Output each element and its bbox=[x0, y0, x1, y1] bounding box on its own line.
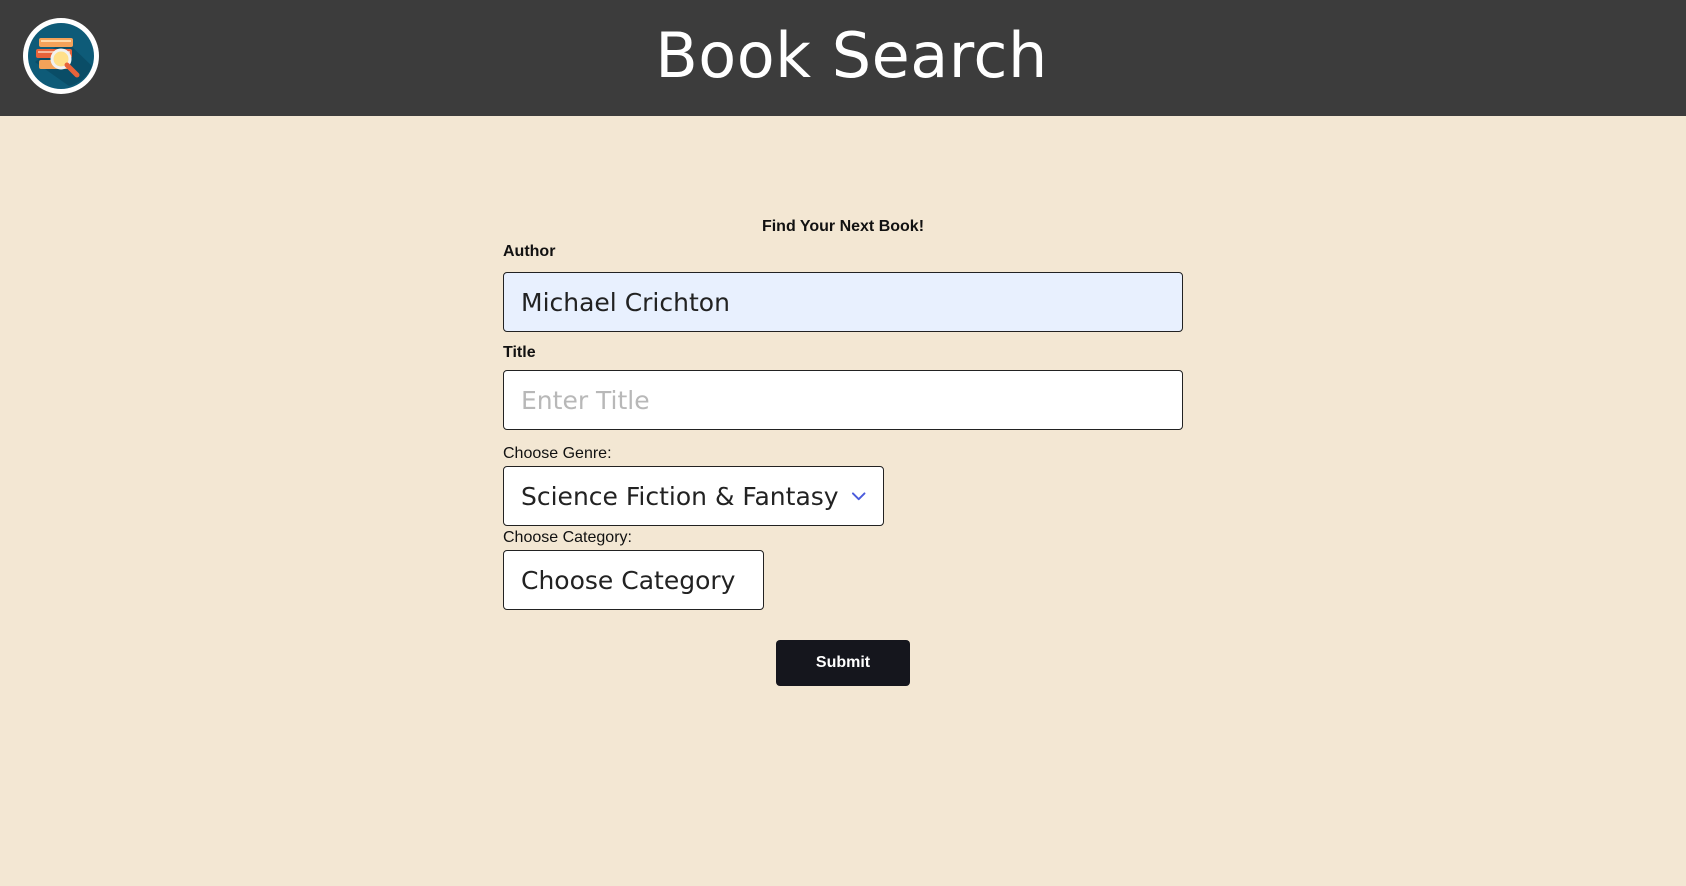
author-input[interactable] bbox=[503, 272, 1183, 332]
app-header: Book Search bbox=[0, 0, 1686, 116]
genre-select[interactable]: Science Fiction & Fantasy bbox=[503, 466, 884, 526]
category-select-value: Choose Category bbox=[521, 565, 736, 595]
chevron-down-icon bbox=[851, 492, 866, 501]
submit-button[interactable]: Submit bbox=[776, 640, 910, 686]
page-title: Book Search bbox=[655, 19, 1048, 92]
genre-label: Choose Genre: bbox=[503, 445, 612, 462]
form-heading: Find Your Next Book! bbox=[761, 218, 925, 235]
genre-select-value: Science Fiction & Fantasy bbox=[521, 481, 839, 511]
category-select[interactable]: Choose Category bbox=[503, 550, 764, 610]
author-label: Author bbox=[503, 243, 556, 260]
title-label: Title bbox=[503, 344, 536, 361]
title-input[interactable] bbox=[503, 370, 1183, 430]
category-label: Choose Category: bbox=[503, 529, 632, 546]
